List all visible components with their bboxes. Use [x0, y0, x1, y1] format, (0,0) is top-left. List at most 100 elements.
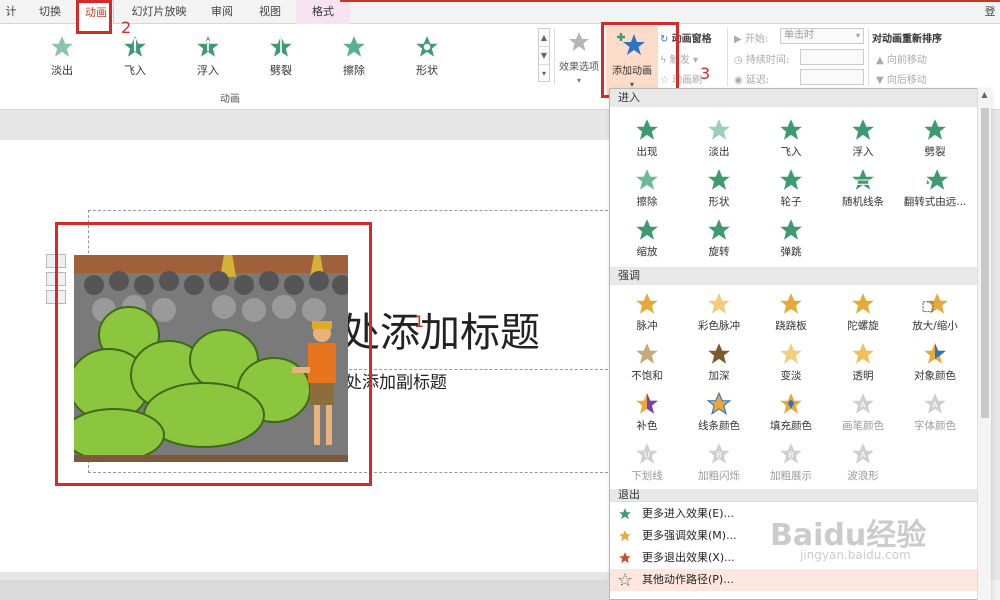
effect-underline[interactable]: U 下划线: [612, 441, 682, 489]
gallery-item-split[interactable]: 劈裂: [245, 30, 317, 82]
more-motion-paths[interactable]: 其他动作路径(P)...: [610, 569, 978, 591]
gallery-scrollbar[interactable]: ▲ ▼ ▾: [538, 28, 550, 82]
scroll-thumb[interactable]: [981, 108, 989, 418]
effect-options-button[interactable]: 效果选项 ▾: [556, 30, 602, 85]
effect-options-label: 效果选项: [559, 62, 599, 73]
effect-color-pulse[interactable]: 彩色脉冲: [684, 291, 754, 339]
scroll-up-icon[interactable]: ▲: [539, 29, 549, 47]
effect-line-color[interactable]: 线条颜色: [684, 391, 754, 439]
swivel-star-icon: [708, 219, 730, 240]
effect-shape[interactable]: 形状: [684, 167, 754, 215]
shape-star-icon: [708, 169, 730, 190]
effect-random-bars[interactable]: 随机线条: [828, 167, 898, 215]
effect-label: 字体颜色: [914, 420, 956, 432]
start-label: ▶ 开始:: [734, 30, 768, 45]
svg-text:B: B: [716, 450, 721, 459]
effect-desaturate[interactable]: 不饱和: [612, 341, 682, 389]
effect-complementary[interactable]: 补色: [612, 391, 682, 439]
effect-wheel[interactable]: 轮子: [756, 167, 826, 215]
effect-fade[interactable]: 淡出: [684, 117, 754, 165]
effect-object-color[interactable]: 对象颜色: [900, 341, 970, 389]
pulse-star-icon: [636, 293, 658, 314]
reorder-title: 对动画重新排序: [872, 34, 942, 45]
tab-view[interactable]: 视图: [252, 0, 288, 24]
effect-label: 淡出: [708, 146, 730, 158]
effect-brush-color[interactable]: A 画笔颜色: [828, 391, 898, 439]
effect-swivel[interactable]: 旋转: [684, 217, 754, 265]
effect-appear[interactable]: 出现: [612, 117, 682, 165]
effect-float-in[interactable]: 浮入: [828, 117, 898, 165]
baidu-watermark-url: jingyan.baidu.com: [800, 548, 911, 562]
fill-color-star-icon: [780, 393, 802, 414]
ribbon-tab-bar: 计 切换 动画 幻灯片放映 审阅 视图 格式 登: [0, 0, 1000, 25]
effect-label: 变淡: [780, 370, 802, 382]
effect-grow-turn[interactable]: 翻转式由远...: [900, 167, 970, 215]
effect-wipe[interactable]: 擦除: [612, 167, 682, 215]
effect-split[interactable]: 劈裂: [900, 117, 970, 165]
effect-spin[interactable]: 陀螺旋: [828, 291, 898, 339]
gallery-item-fade[interactable]: 淡出: [26, 30, 98, 82]
fly-in-star-icon: [124, 36, 146, 57]
dropdown-scrollbar[interactable]: ▲: [977, 88, 991, 600]
delay-spinner[interactable]: [800, 69, 864, 85]
triangle-down-icon: ▼: [876, 75, 884, 86]
status-bar: [0, 580, 609, 600]
tab-design[interactable]: 计: [0, 0, 22, 24]
delay-label-text: 延迟:: [745, 75, 770, 86]
effect-bold-flash[interactable]: B 加粗闪烁: [684, 441, 754, 489]
effect-label: 缩放: [636, 246, 658, 258]
effect-darken[interactable]: 加深: [684, 341, 754, 389]
effect-label: 随机线条: [842, 196, 884, 208]
effect-fill-color[interactable]: 填充颜色: [756, 391, 826, 439]
section-entrance: 进入: [610, 89, 978, 107]
gallery-more-icon[interactable]: ▾: [539, 65, 549, 83]
effect-transparency[interactable]: 透明: [828, 341, 898, 389]
effect-label: 跷跷板: [775, 320, 807, 332]
tab-format[interactable]: 格式: [296, 0, 350, 24]
duration-spinner[interactable]: [800, 49, 864, 65]
start-select[interactable]: 单击时 ▾: [780, 28, 864, 44]
effect-zoom[interactable]: 缩放: [612, 217, 682, 265]
emphasis-star-icon: [619, 530, 631, 542]
gallery-label: 飞入: [124, 64, 146, 77]
sign-in-link[interactable]: 登: [980, 0, 1000, 24]
ribbon-separator: [727, 28, 728, 86]
gallery-item-shape[interactable]: 形状: [391, 30, 463, 82]
section-emphasis: 强调: [610, 267, 978, 285]
duration-label: ◷ 持续时间:: [734, 51, 789, 66]
effect-font-color[interactable]: A 字体颜色: [900, 391, 970, 439]
tab-transitions[interactable]: 切换: [28, 0, 72, 24]
gallery-item-wipe[interactable]: 擦除: [318, 30, 390, 82]
effect-label: 波浪形: [847, 470, 879, 482]
effect-teeter[interactable]: 跷跷板: [756, 291, 826, 339]
start-label-text: 开始:: [744, 34, 769, 45]
step-label: 1: [414, 312, 425, 331]
scroll-up-icon[interactable]: ▲: [978, 88, 991, 102]
ribbon-separator: [554, 28, 555, 86]
random-bars-star-icon: [852, 169, 874, 190]
effect-label: 劈裂: [924, 146, 946, 158]
effect-label: 透明: [852, 370, 874, 382]
tab-review[interactable]: 审阅: [204, 0, 240, 24]
effect-bold-reveal[interactable]: B 加粗展示: [756, 441, 826, 489]
move-later-button[interactable]: ▼ 向后移动: [876, 71, 927, 86]
effect-bounce[interactable]: 弹跳: [756, 217, 826, 265]
effect-pulse[interactable]: 脉冲: [612, 291, 682, 339]
effect-label: 浮入: [852, 146, 874, 158]
scroll-down-icon[interactable]: ▼: [539, 47, 549, 65]
gallery-item-float-in[interactable]: 浮入: [172, 30, 244, 82]
move-earlier-label: 向前移动: [886, 55, 927, 66]
effect-fly-in[interactable]: 飞入: [756, 117, 826, 165]
brush-color-star-icon: A: [852, 393, 874, 414]
ribbon-group-label: 动画: [220, 94, 240, 105]
move-earlier-button[interactable]: ▲ 向前移动: [876, 51, 927, 66]
effect-grow-shrink[interactable]: 放大/缩小: [900, 291, 970, 339]
svg-text:A: A: [860, 450, 866, 459]
effect-wave[interactable]: A 波浪形: [828, 441, 898, 489]
effect-label: 不饱和: [631, 370, 663, 382]
effect-lighten[interactable]: 变淡: [756, 341, 826, 389]
gallery-item-fly-in[interactable]: 飞入: [99, 30, 171, 82]
gallery-label: 劈裂: [270, 64, 292, 77]
tab-slideshow[interactable]: 幻灯片放映: [128, 0, 190, 24]
highlight-line: [340, 0, 1000, 2]
